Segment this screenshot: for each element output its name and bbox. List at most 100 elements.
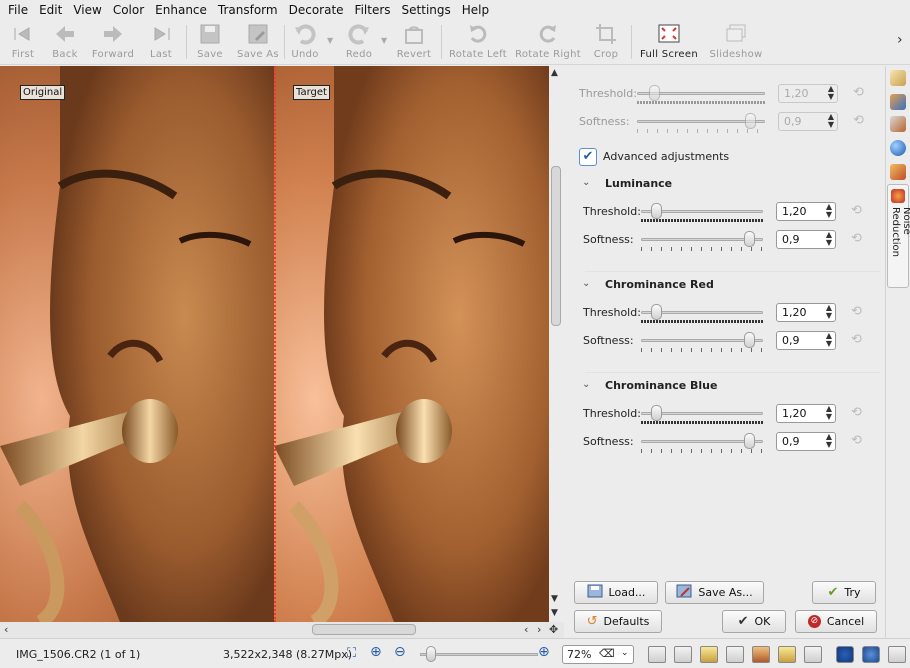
forward-button[interactable]: Forward: [92, 22, 134, 62]
zoom-out-icon[interactable]: ⊖: [394, 644, 406, 660]
full-screen-button[interactable]: Full Screen: [640, 22, 698, 62]
top-threshold-slider[interactable]: [637, 82, 765, 106]
rotate-right-button[interactable]: Rotate Right: [515, 22, 581, 62]
scroll-left-icon[interactable]: ‹: [4, 623, 8, 636]
load-button[interactable]: Load...: [574, 581, 658, 604]
chroma-red-threshold-slider[interactable]: [641, 301, 763, 325]
slider-handle[interactable]: [744, 332, 755, 348]
revert-button[interactable]: Revert: [397, 22, 431, 62]
luminance-softness-slider[interactable]: [641, 228, 763, 252]
slider-handle[interactable]: [744, 433, 755, 449]
section-chrominance-blue-header[interactable]: ⌄ Chrominance Blue: [565, 376, 883, 396]
scroll-thumb[interactable]: [312, 624, 416, 635]
section-chrominance-red-header[interactable]: ⌄ Chrominance Red: [565, 275, 883, 295]
top-softness-spinbox[interactable]: 0,9 ▲ ▼: [778, 112, 838, 131]
chroma-blue-softness-spinbox[interactable]: 0,9 ▲ ▼: [776, 432, 836, 451]
zoom-in-icon[interactable]: ⊕: [370, 644, 382, 660]
zoom-in-icon[interactable]: ⊕: [538, 644, 550, 660]
spin-arrows-icon[interactable]: ▲ ▼: [826, 304, 832, 320]
zoom-slider-handle[interactable]: [426, 646, 436, 662]
pan-icon[interactable]: ✥: [549, 623, 558, 636]
menu-settings[interactable]: Settings: [398, 3, 458, 17]
chroma-blue-threshold-spinbox[interactable]: 1,20 ▲ ▼: [776, 404, 836, 423]
preview-vertical-scrollbar[interactable]: ▲ ▼ ▼: [548, 66, 564, 622]
save-button[interactable]: Save: [195, 22, 225, 62]
try-button[interactable]: ✔ Try: [812, 581, 876, 604]
info-icon[interactable]: [890, 94, 906, 110]
brush-icon[interactable]: [890, 70, 906, 86]
chevron-down-icon[interactable]: ⌄: [621, 648, 629, 658]
menu-color[interactable]: Color: [109, 3, 151, 17]
before-after-icon[interactable]: [752, 646, 770, 663]
advanced-adjustments-label[interactable]: Advanced adjustments: [603, 150, 729, 163]
preview-horizontal-scrollbar[interactable]: ‹ ‹ › ✥: [0, 622, 564, 638]
globe-icon[interactable]: [890, 140, 906, 156]
fit-to-window-icon[interactable]: ⛶: [347, 646, 356, 661]
spin-arrows-icon[interactable]: ▲ ▼: [826, 433, 832, 449]
info-icon[interactable]: [836, 646, 854, 663]
scroll-right-icon[interactable]: ›: [537, 623, 541, 636]
redo-dropdown-icon[interactable]: ▼: [381, 36, 387, 45]
ok-button[interactable]: ✔ OK: [722, 610, 786, 633]
menu-transform[interactable]: Transform: [214, 3, 285, 17]
top-softness-slider[interactable]: [637, 110, 765, 134]
spin-arrows-icon[interactable]: ▲ ▼: [826, 405, 832, 421]
advanced-adjustments-checkbox[interactable]: ✔: [579, 148, 597, 166]
luminance-threshold-spinbox[interactable]: 1,20 ▲ ▼: [776, 202, 836, 221]
menu-decorate[interactable]: Decorate: [285, 3, 351, 17]
first-button[interactable]: First: [8, 22, 38, 62]
scroll-up-icon[interactable]: ▲: [551, 68, 558, 78]
scroll-thumb[interactable]: [551, 166, 561, 326]
reset-icon[interactable]: ⟲: [848, 231, 865, 247]
section-luminance-header[interactable]: ⌄ Luminance: [565, 174, 883, 194]
chroma-blue-threshold-slider[interactable]: [641, 402, 763, 426]
reset-icon[interactable]: ⟲: [848, 433, 865, 449]
slideshow-button[interactable]: Slideshow: [710, 22, 762, 62]
cancel-button[interactable]: ⊘ Cancel: [795, 610, 877, 633]
chroma-red-threshold-spinbox[interactable]: 1,20 ▲ ▼: [776, 303, 836, 322]
chroma-blue-softness-slider[interactable]: [641, 430, 763, 454]
clear-icon[interactable]: ⌫: [599, 647, 615, 660]
scroll-left-icon[interactable]: ‹: [524, 623, 528, 636]
reset-icon[interactable]: ⟲: [848, 304, 865, 320]
top-threshold-spinbox[interactable]: 1,20 ▲ ▼: [778, 84, 838, 103]
save-as-settings-button[interactable]: Save As...: [665, 581, 764, 604]
scroll-down-icon[interactable]: ▼: [551, 608, 558, 618]
reset-icon[interactable]: ⟲: [848, 203, 865, 219]
slider-handle[interactable]: [745, 113, 756, 129]
menu-enhance[interactable]: Enhance: [151, 3, 214, 17]
help-icon[interactable]: [862, 646, 880, 663]
back-button[interactable]: Back: [50, 22, 80, 62]
reset-icon[interactable]: ⟲: [848, 332, 865, 348]
menu-edit[interactable]: Edit: [35, 3, 69, 17]
overexposure-icon[interactable]: [648, 646, 666, 663]
undo-dropdown-icon[interactable]: ▼: [327, 36, 333, 45]
defaults-button[interactable]: ↺ Defaults: [574, 610, 662, 633]
slider-handle[interactable]: [744, 231, 755, 247]
split-vertical-icon[interactable]: [778, 646, 796, 663]
redo-button[interactable]: Redo: [344, 22, 374, 62]
menu-view[interactable]: View: [69, 3, 108, 17]
chroma-red-softness-spinbox[interactable]: 0,9 ▲ ▼: [776, 331, 836, 350]
last-button[interactable]: Last: [146, 22, 176, 62]
rotate-left-button[interactable]: Rotate Left: [449, 22, 507, 62]
menu-file[interactable]: File: [4, 3, 35, 17]
edit-icon[interactable]: [890, 164, 906, 180]
slider-handle[interactable]: [651, 405, 662, 421]
chroma-red-softness-slider[interactable]: [641, 329, 763, 353]
panel-toggle-icon[interactable]: [888, 646, 906, 663]
crop-button[interactable]: Crop: [593, 22, 619, 62]
scroll-down-icon[interactable]: ▼: [551, 594, 558, 604]
spin-arrows-icon[interactable]: ▲ ▼: [828, 113, 834, 129]
toolbar-overflow-icon[interactable]: ›: [897, 32, 903, 48]
menu-help[interactable]: Help: [458, 3, 496, 17]
slider-handle[interactable]: [651, 304, 662, 320]
luminance-threshold-slider[interactable]: [641, 200, 763, 224]
reset-icon[interactable]: ⟲: [848, 405, 865, 421]
split-horizontal-icon[interactable]: [804, 646, 822, 663]
luminance-softness-spinbox[interactable]: 0,9 ▲ ▼: [776, 230, 836, 249]
split-divider[interactable]: [274, 66, 276, 622]
reset-icon[interactable]: ⟲: [850, 113, 867, 129]
undo-button[interactable]: Undo: [290, 22, 320, 62]
spin-arrows-icon[interactable]: ▲ ▼: [828, 85, 834, 101]
